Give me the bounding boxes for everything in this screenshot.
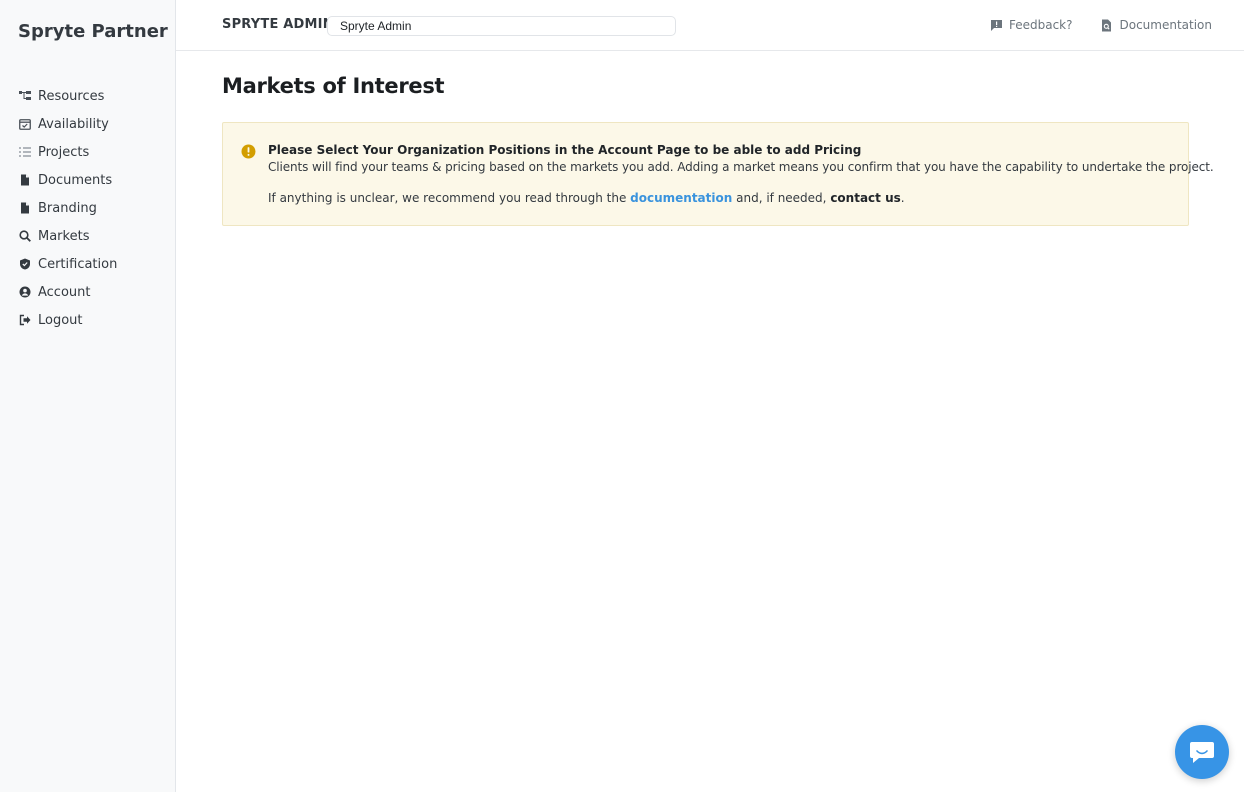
sidebar-item-certification[interactable]: Certification	[18, 250, 117, 278]
sidebar-item-label: Projects	[38, 144, 90, 160]
alert-help-prefix: If anything is unclear, we recommend you…	[268, 191, 631, 205]
sidebar-item-projects[interactable]: Projects	[18, 138, 117, 166]
organization-label: SPRYTE ADMIN	[222, 17, 334, 32]
alert-help-middle: and, if needed,	[732, 191, 831, 205]
search-icon	[18, 229, 32, 243]
feedback-label: Feedback?	[1008, 18, 1073, 32]
sidebar-item-availability[interactable]: Availability	[18, 110, 117, 138]
sign-out-icon	[18, 313, 32, 327]
sidebar-item-label: Logout	[38, 312, 83, 328]
brand-title[interactable]: Spryte Partner	[18, 21, 168, 42]
sidebar-item-logout[interactable]: Logout	[18, 306, 117, 334]
calendar-check-icon	[18, 117, 32, 131]
page-title: Markets of Interest	[222, 74, 445, 98]
sidebar-item-label: Resources	[38, 88, 105, 104]
sitemap-icon	[18, 89, 32, 103]
shield-icon	[18, 257, 32, 271]
sidebar-nav: Resources Availability Projects Document…	[18, 82, 117, 334]
sidebar-item-label: Markets	[38, 228, 90, 244]
exclamation-circle-icon	[241, 144, 256, 159]
chat-widget-button[interactable]	[1175, 725, 1229, 779]
documentation-label: Documentation	[1119, 18, 1212, 32]
alert-help-suffix: .	[900, 191, 905, 205]
sidebar-item-label: Documents	[38, 172, 113, 188]
sidebar-item-label: Branding	[38, 200, 97, 216]
alert-body: Clients will find your teams & pricing b…	[268, 160, 1214, 174]
sidebar-item-label: Certification	[38, 256, 118, 272]
alert-title: Please Select Your Organization Position…	[268, 143, 862, 157]
sidebar-item-account[interactable]: Account	[18, 278, 117, 306]
contact-us-link[interactable]: contact us	[830, 191, 900, 205]
sidebar-item-label: Availability	[38, 116, 109, 132]
chat-bubble-icon	[1190, 742, 1214, 763]
top-bar: SPRYTE ADMIN Spryte Admin Feedback? Docu…	[176, 0, 1244, 51]
file-icon	[18, 201, 32, 215]
user-circle-icon	[18, 285, 32, 299]
sidebar-item-resources[interactable]: Resources	[18, 82, 117, 110]
sidebar-item-label: Account	[38, 284, 91, 300]
comment-alert-icon	[990, 19, 1002, 31]
organization-select-value: Spryte Admin	[340, 19, 412, 33]
file-icon	[18, 173, 32, 187]
file-search-icon	[1102, 19, 1112, 31]
warning-alert: Please Select Your Organization Position…	[222, 122, 1214, 226]
organization-select[interactable]: Spryte Admin	[327, 16, 676, 36]
feedback-link[interactable]: Feedback?	[990, 18, 1073, 32]
sidebar-item-markets[interactable]: Markets	[18, 222, 117, 250]
documentation-inline-link[interactable]: documentation	[630, 191, 732, 205]
top-links: Feedback? Documentation	[962, 18, 1212, 32]
sidebar-item-documents[interactable]: Documents	[18, 166, 117, 194]
documentation-link[interactable]: Documentation	[1100, 18, 1212, 32]
sidebar: Spryte Partner Resources Availability Pr…	[0, 0, 176, 792]
sidebar-item-branding[interactable]: Branding	[18, 194, 117, 222]
list-icon	[18, 145, 32, 159]
alert-help-text: If anything is unclear, we recommend you…	[268, 191, 905, 205]
